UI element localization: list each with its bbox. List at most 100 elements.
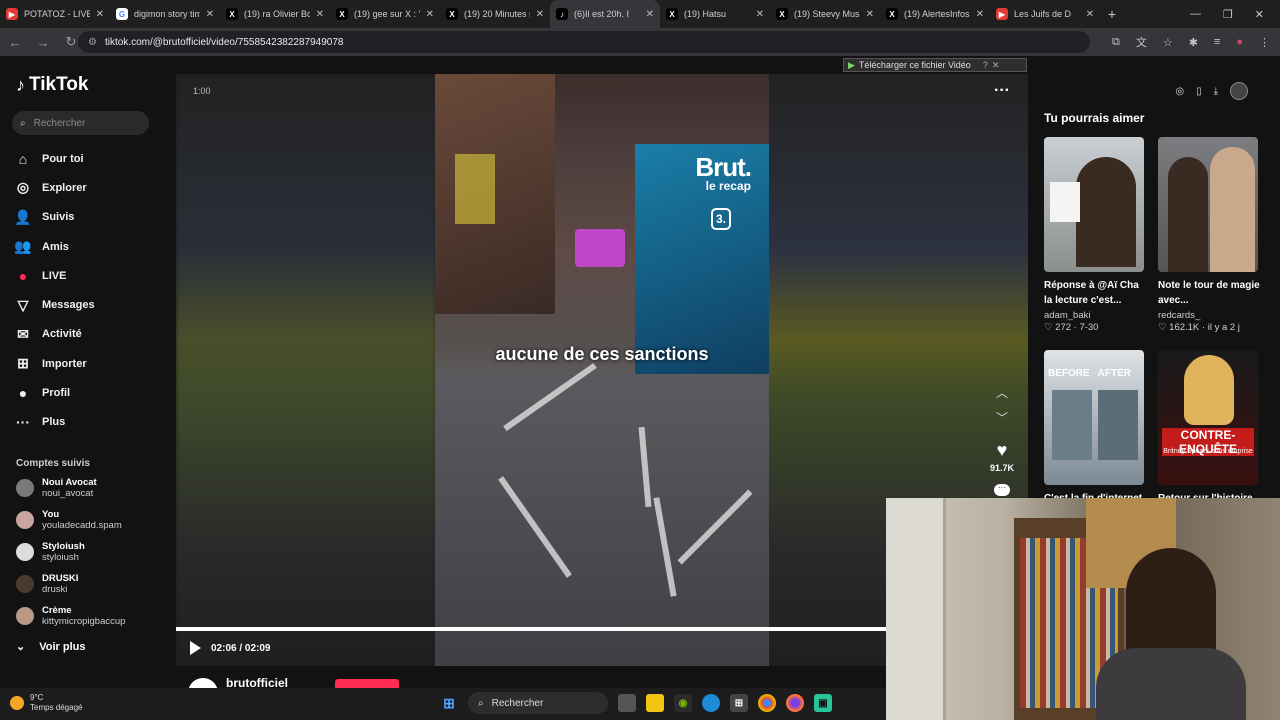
follow-button[interactable]: [335, 679, 399, 688]
maximize-icon[interactable]: ❐: [1223, 8, 1233, 21]
extensions-icon[interactable]: ✱: [1189, 36, 1198, 49]
taskbar-search[interactable]: ⌕ Rechercher: [468, 692, 608, 714]
voir-plus-label: Voir plus: [39, 640, 86, 653]
minimize-icon[interactable]: —: [1190, 8, 1201, 20]
suggestion-card[interactable]: BEFORE AFTER C'est la fin d'internet: [1044, 350, 1146, 506]
tab-close-icon[interactable]: ✕: [976, 9, 984, 20]
profile-avatar-icon[interactable]: ●: [1236, 36, 1243, 48]
sidebar-item-label: Amis: [42, 240, 69, 253]
coin-icon[interactable]: ◎: [1175, 86, 1184, 97]
browser-tab[interactable]: ♪ (6)Il est 20h. I ✕: [550, 0, 660, 28]
user-avatar[interactable]: [1230, 82, 1248, 100]
site-info-icon[interactable]: ⚙: [88, 37, 97, 48]
sidebar-item-pour-toi[interactable]: ⌂ Pour toi: [14, 144, 174, 173]
windows-start-icon[interactable]: ⊞: [440, 694, 458, 712]
chevron-down-icon[interactable]: ﹀: [996, 409, 1008, 426]
search-placeholder: Rechercher: [33, 117, 86, 129]
tab-close-icon[interactable]: ✕: [536, 9, 544, 20]
browser-tab[interactable]: ▶ POTATOZ - LIVE & ✕: [0, 0, 110, 28]
tab-close-icon[interactable]: ✕: [206, 9, 214, 20]
author-name[interactable]: brutofficiel: [226, 676, 288, 688]
sidebar-item-messages[interactable]: ▽ Messages: [14, 290, 174, 319]
new-tab-button[interactable]: +: [1100, 6, 1124, 22]
card-stats: ♡ 272 · 7-30: [1044, 322, 1099, 333]
play-icon[interactable]: [190, 641, 201, 655]
sidebar-item-importer[interactable]: ⊞ Importer: [14, 349, 174, 378]
comment-icon[interactable]: ···: [994, 484, 1010, 496]
tab-close-icon[interactable]: ✕: [426, 9, 434, 20]
total-time: 02:09: [244, 642, 271, 654]
weather-desc: Temps dégagé: [30, 703, 83, 712]
tab-close-icon[interactable]: ✕: [96, 9, 104, 20]
edge-icon[interactable]: [702, 694, 720, 712]
browser-tab[interactable]: X (19) AlertesInfos ✕: [880, 0, 990, 28]
followed-account[interactable]: You youladecadd.spam: [16, 506, 176, 534]
avatar: [16, 479, 34, 497]
chrome-icon[interactable]: [758, 694, 776, 712]
close-icon[interactable]: ✕: [992, 60, 1000, 71]
timecode-top: 1:00: [193, 86, 211, 96]
download-video-bar[interactable]: ▶ Télécharger ce fichier Vidéo ? ✕: [843, 58, 1027, 72]
menu-icon[interactable]: ⋮: [1259, 36, 1270, 49]
more-icon: ···: [16, 414, 30, 431]
author-avatar[interactable]: [188, 678, 218, 688]
tab-close-icon[interactable]: ✕: [646, 9, 654, 20]
sidebar-item-profil[interactable]: ● Profil: [14, 378, 174, 407]
sidebar-item-activit-[interactable]: ✉ Activité: [14, 320, 174, 349]
followed-account[interactable]: Noui Avocat noui_avocat: [16, 474, 176, 502]
followed-account[interactable]: Styloiush styloiush: [16, 538, 176, 566]
tab-close-icon[interactable]: ✕: [866, 9, 874, 20]
compass-icon: ◎: [16, 179, 30, 196]
firefox-icon[interactable]: [786, 694, 804, 712]
sidebar-item-label: Activité: [42, 328, 82, 341]
browser-tab[interactable]: X (19) gee sur X : "I ✕: [330, 0, 440, 28]
weather-widget[interactable]: 9°C Temps dégagé: [10, 693, 82, 713]
browser-tab[interactable]: X (19) ra Olivier Bo ✕: [220, 0, 330, 28]
forward-icon[interactable]: →: [36, 35, 50, 50]
phone-icon[interactable]: ▯: [1196, 86, 1202, 97]
search-input[interactable]: ⌕ Rechercher: [12, 111, 149, 135]
download-icon[interactable]: ⤓: [1214, 86, 1218, 97]
chevron-up-icon[interactable]: ︿: [996, 384, 1008, 401]
tab-close-icon[interactable]: ✕: [756, 9, 764, 20]
install-icon[interactable]: ⧉: [1112, 36, 1120, 49]
voir-plus-button[interactable]: ⌄ Voir plus: [16, 640, 86, 654]
bookmark-star-icon[interactable]: ☆: [1163, 36, 1173, 49]
tab-close-icon[interactable]: ✕: [316, 9, 324, 20]
task-view-icon[interactable]: [618, 694, 636, 712]
media-icon[interactable]: ≡: [1214, 36, 1220, 48]
sidebar-item-amis[interactable]: 👥 Amis: [14, 232, 174, 261]
video-frame[interactable]: Brut. le recap 3. aucune de ces sanction…: [435, 74, 769, 666]
more-options-icon[interactable]: ···: [994, 82, 1010, 100]
suggestion-card[interactable]: Réponse à @Aï Cha la lecture c'est... ad…: [1044, 137, 1146, 333]
browser-tab[interactable]: ▶ Les Juifs de D ✕: [990, 0, 1100, 28]
nvidia-icon[interactable]: ◉: [674, 694, 692, 712]
reload-icon[interactable]: ↻: [64, 34, 78, 50]
translate-icon[interactable]: 文: [1136, 34, 1147, 50]
browser-tab[interactable]: X (19) Steevy Music ✕: [770, 0, 880, 28]
back-icon[interactable]: ←: [8, 35, 22, 50]
file-explorer-icon[interactable]: [646, 694, 664, 712]
followed-account[interactable]: Crème kittymicropigbaccup: [16, 602, 176, 630]
browser-tab[interactable]: Gdigimon story tim ✕: [110, 0, 220, 28]
sidebar-item-suivis[interactable]: 👤 Suivis: [14, 203, 174, 232]
video-blur-left: [176, 74, 436, 666]
sidebar-item-plus[interactable]: ··· Plus: [14, 408, 174, 437]
tiktok-logo[interactable]: ♪ TikTok: [16, 74, 88, 96]
suggestion-card[interactable]: CONTRE-ENQUÊTE Britney Spears sous empri…: [1158, 350, 1260, 506]
suggestion-card[interactable]: Note le tour de magie avec... redcards_ …: [1158, 137, 1260, 333]
tab-close-icon[interactable]: ✕: [1086, 9, 1094, 20]
sidebar-item-live[interactable]: ● LIVE: [14, 261, 174, 290]
app-icon[interactable]: ▣: [814, 694, 832, 712]
store-icon[interactable]: ⊞: [730, 694, 748, 712]
weather-temp: 9°C: [30, 693, 44, 702]
url-field[interactable]: ⚙ tiktok.com/@brutofficiel/video/7558542…: [78, 31, 1090, 53]
close-window-icon[interactable]: ✕: [1255, 8, 1264, 21]
sidebar-item-explorer[interactable]: ◎ Explorer: [14, 173, 174, 202]
thumbnail: [1044, 137, 1144, 272]
followed-account[interactable]: DRUSKI druski: [16, 570, 176, 598]
browser-tab[interactable]: X (19) 20 Minutes s ✕: [440, 0, 550, 28]
like-button[interactable]: ♥ 91.7K: [990, 440, 1014, 473]
browser-tab[interactable]: X (19) Hatsu ✕: [660, 0, 770, 28]
help-icon[interactable]: ?: [983, 60, 988, 70]
